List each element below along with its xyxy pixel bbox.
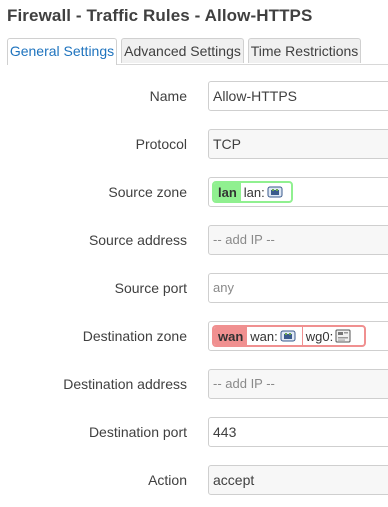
destination-address-row: Destination address -- add IP --	[0, 369, 388, 399]
source-zone-dropdown[interactable]: lan lan:	[208, 177, 388, 207]
tab-bar: General Settings Advanced Settings Time …	[7, 38, 388, 65]
source-zone-label: Source zone	[108, 184, 187, 200]
destination-address-dropdown[interactable]: -- add IP --	[208, 369, 388, 399]
protocol-label: Protocol	[135, 136, 187, 152]
destination-port-input[interactable]: 443	[208, 417, 388, 447]
destination-zone-row: Destination zone wan wan: wg0:	[0, 321, 388, 351]
destination-zone-label: Destination zone	[82, 328, 187, 344]
name-label: Name	[149, 88, 187, 104]
source-port-input[interactable]: any	[208, 273, 388, 303]
zone-name: wan	[214, 327, 248, 345]
source-address-dropdown[interactable]: -- add IP --	[208, 225, 388, 255]
source-zone-row: Source zone lan lan:	[0, 177, 388, 207]
ethernet-port-icon	[280, 329, 296, 343]
protocol-row: Protocol TCP	[0, 129, 388, 159]
source-port-row: Source port any	[0, 273, 388, 303]
destination-zone-dropdown[interactable]: wan wan: wg0:	[208, 321, 388, 351]
action-label: Action	[148, 472, 187, 488]
zone-badge-wan: wan wan: wg0:	[212, 325, 366, 347]
name-row: Name Allow-HTTPS	[0, 81, 388, 111]
zone-network-label-wg0: wg0:	[305, 329, 334, 344]
tab-advanced-settings[interactable]: Advanced Settings	[121, 38, 244, 63]
destination-port-label: Destination port	[88, 424, 187, 440]
zone-name: lan	[214, 183, 241, 201]
zone-badge-lan: lan lan:	[212, 181, 293, 203]
protocol-select[interactable]: TCP	[208, 129, 388, 159]
source-port-label: Source port	[114, 280, 187, 296]
name-input[interactable]: Allow-HTTPS	[208, 81, 388, 111]
destination-port-row: Destination port 443	[0, 417, 388, 447]
tab-time-restrictions[interactable]: Time Restrictions	[248, 38, 361, 63]
source-address-label: Source address	[88, 232, 187, 248]
source-address-row: Source address -- add IP --	[0, 225, 388, 255]
action-select[interactable]: accept	[208, 465, 388, 495]
page-title: Firewall - Traffic Rules - Allow-HTTPS	[7, 6, 313, 25]
zone-network-label-wan: wan:	[250, 329, 278, 344]
action-row: Action accept	[0, 465, 388, 495]
tunnel-interface-icon	[335, 329, 351, 343]
zone-network-label: lan:	[243, 185, 265, 200]
tab-general-settings[interactable]: General Settings	[7, 38, 117, 65]
ethernet-port-icon	[267, 185, 283, 199]
destination-address-label: Destination address	[63, 376, 187, 392]
